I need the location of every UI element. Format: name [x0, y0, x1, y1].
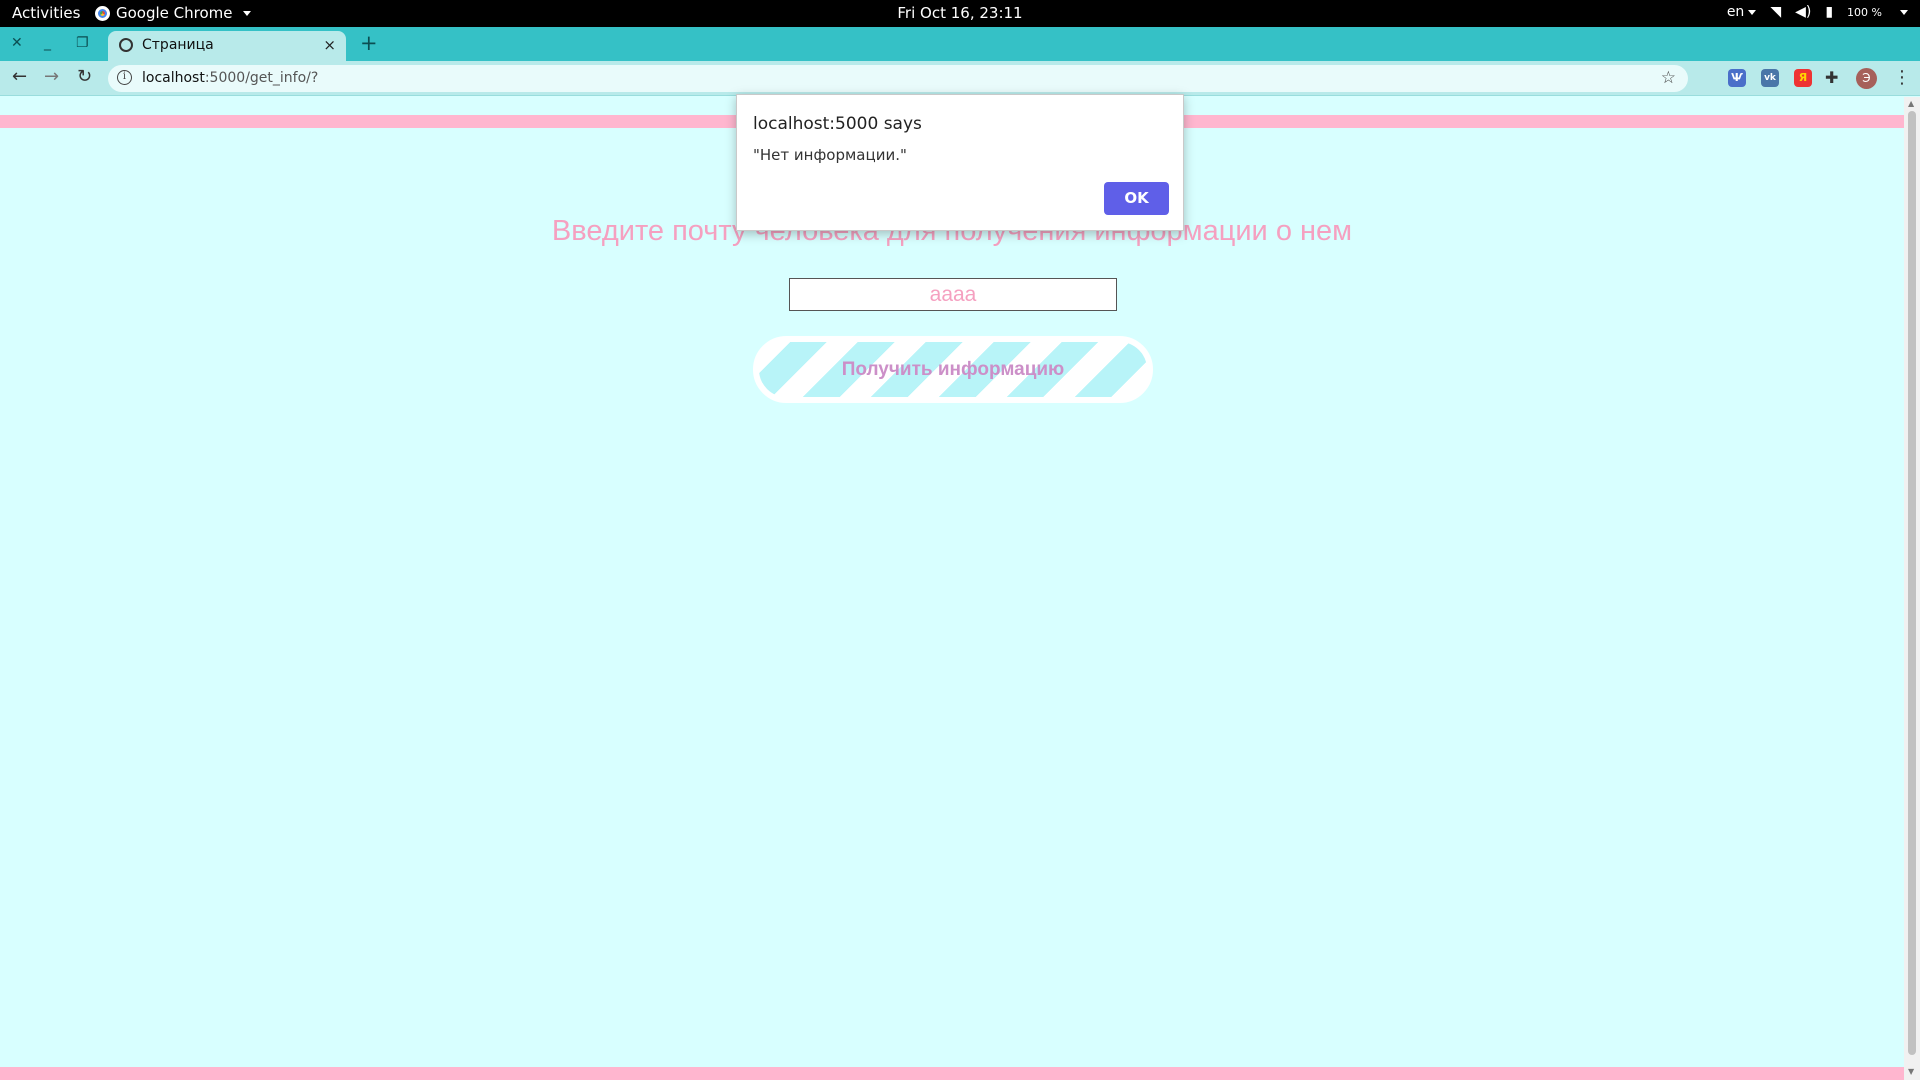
- new-tab-button[interactable]: +: [360, 31, 378, 55]
- kebab-menu-icon[interactable]: ⋮: [1893, 67, 1911, 88]
- get-info-button-label: Получить информацию: [841, 359, 1065, 380]
- language-indicator[interactable]: en: [1727, 4, 1757, 20]
- system-tray[interactable]: en ◥ ◀) ▮ 100 %: [1727, 4, 1908, 20]
- battery-percent: 100 %: [1847, 5, 1882, 19]
- tab-active[interactable]: Страница ×: [108, 31, 346, 61]
- dialog-message: "Нет информации.": [753, 146, 907, 164]
- clock[interactable]: Fri Oct 16, 23:11: [0, 4, 1920, 22]
- minimize-window-icon[interactable]: _: [44, 35, 51, 51]
- page-content: Введите почту человека для получения инф…: [0, 97, 1904, 1080]
- url-text[interactable]: localhost:5000/get_info/?: [142, 70, 318, 86]
- get-info-button[interactable]: Получить информацию: [753, 336, 1153, 403]
- chevron-down-icon: [1748, 9, 1757, 15]
- browser-toolbar: ← → ↻ i localhost:5000/get_info/? ☆ Ѱ vk…: [0, 61, 1920, 96]
- volume-icon: ◀): [1795, 4, 1812, 20]
- language-label: en: [1726, 4, 1745, 20]
- extension-icon[interactable]: Ѱ: [1728, 69, 1746, 87]
- tab-title: Страница: [142, 37, 214, 53]
- dialog-origin: localhost:5000 says: [753, 114, 922, 134]
- close-window-icon[interactable]: ✕: [11, 35, 23, 51]
- tab-close-icon[interactable]: ×: [323, 36, 336, 54]
- system-top-bar: Activities Google Chrome Fri Oct 16, 23:…: [0, 0, 1920, 27]
- scrollbar-thumb[interactable]: [1908, 111, 1916, 1055]
- alert-dialog: localhost:5000 says "Нет информации." OK: [736, 94, 1184, 231]
- wifi-icon: ◥: [1770, 4, 1782, 20]
- url-path: :5000/get_info/?: [204, 70, 319, 86]
- globe-icon: [119, 38, 133, 52]
- battery-icon: ▮: [1825, 4, 1834, 20]
- site-info-icon[interactable]: i: [117, 70, 132, 85]
- scroll-up-icon[interactable]: ▲: [1908, 99, 1914, 108]
- yandex-extension-icon[interactable]: Я: [1794, 69, 1812, 87]
- back-icon[interactable]: ←: [12, 66, 27, 87]
- restore-window-icon[interactable]: ❐: [76, 35, 89, 51]
- scroll-down-icon[interactable]: ▼: [1908, 1067, 1914, 1076]
- bookmark-star-icon[interactable]: ☆: [1661, 68, 1676, 88]
- email-input[interactable]: aaaa: [789, 278, 1117, 311]
- ok-button[interactable]: OK: [1104, 182, 1169, 215]
- address-bar[interactable]: i localhost:5000/get_info/? ☆: [108, 65, 1688, 92]
- extensions-puzzle-icon[interactable]: ✚: [1825, 68, 1838, 87]
- page-scrollbar[interactable]: ▲ ▼: [1904, 97, 1920, 1080]
- vk-extension-icon[interactable]: vk: [1761, 69, 1779, 87]
- url-host: localhost: [142, 70, 205, 86]
- forward-icon[interactable]: →: [44, 66, 59, 87]
- bottom-stripe: [0, 1067, 1904, 1080]
- profile-avatar[interactable]: Э: [1856, 68, 1877, 89]
- chevron-down-icon: [1900, 9, 1908, 15]
- tab-strip: ✕ _ ❐ Страница × +: [0, 27, 1920, 61]
- reload-icon[interactable]: ↻: [77, 66, 92, 87]
